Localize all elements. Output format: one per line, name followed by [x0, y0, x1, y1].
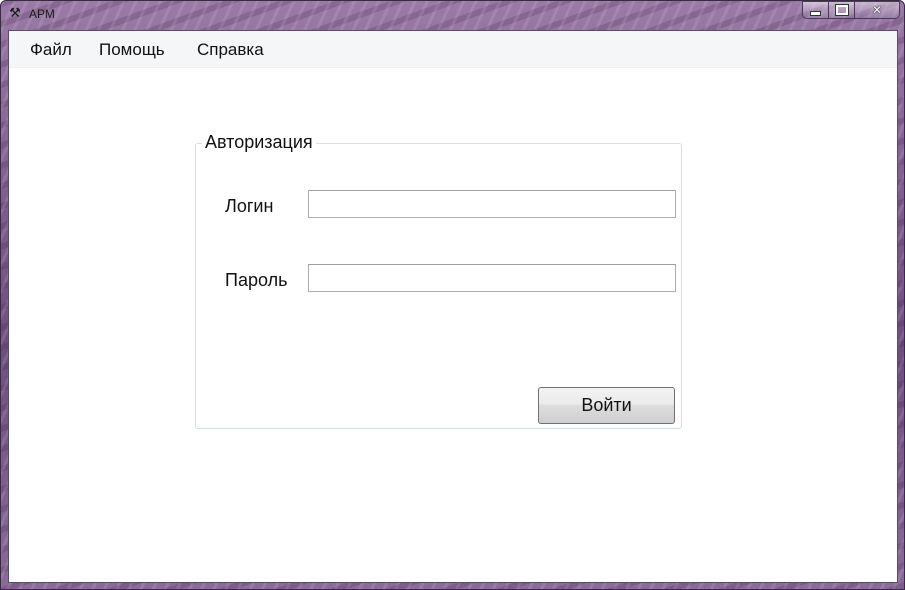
login-label: Логин	[225, 196, 274, 216]
login-button[interactable]: Войти	[538, 387, 675, 424]
menu-item-reference[interactable]: Справка	[197, 40, 264, 60]
password-input[interactable]	[308, 264, 676, 292]
window-title: АРМ	[29, 7, 55, 21]
menu-bar: Файл Помощь Справка	[9, 31, 897, 68]
client-area: Файл Помощь Справка Авторизация Логин Па…	[8, 30, 898, 583]
auth-groupbox: Авторизация Логин Пароль Войти	[195, 132, 682, 429]
hammer-pick-icon[interactable]: ⚒	[7, 6, 23, 22]
menu-item-help[interactable]: Помощь	[99, 40, 165, 60]
title-bar[interactable]: ⚒ АРМ ✕	[1, 1, 904, 29]
maximize-icon	[834, 4, 849, 16]
caption-buttons: ✕	[802, 1, 900, 21]
close-button[interactable]: ✕	[854, 1, 900, 19]
menu-item-file[interactable]: Файл	[30, 40, 72, 60]
app-window: ⚒ АРМ ✕ Файл Помощь Справка Авторизация …	[0, 0, 905, 590]
maximize-button[interactable]	[828, 1, 854, 19]
login-input[interactable]	[308, 190, 676, 218]
minimize-icon	[810, 10, 821, 16]
minimize-button[interactable]	[802, 1, 828, 19]
password-label: Пароль	[225, 270, 288, 290]
close-icon: ✕	[871, 3, 883, 17]
auth-group-title: Авторизация	[202, 132, 316, 153]
